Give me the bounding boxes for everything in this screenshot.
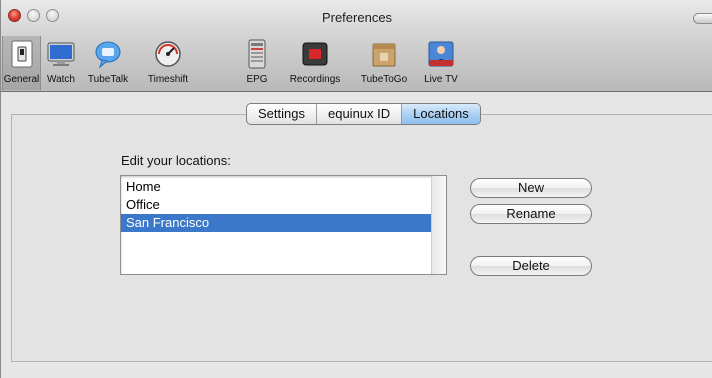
toolbar-item-timeshift[interactable]: Timeshift (135, 36, 201, 90)
tab-locations[interactable]: Locations (402, 104, 480, 124)
light-switch-icon (11, 40, 32, 68)
tab-bar: Settings equinux ID Locations (246, 103, 481, 125)
toolbar-item-epg[interactable]: EPG (241, 36, 273, 90)
chat-bubble-icon (95, 41, 121, 69)
toolbar-item-live-tv[interactable]: Live TV (417, 36, 465, 90)
toolbar-label-epg: EPG (246, 74, 268, 85)
tv-guide-icon (248, 39, 266, 69)
toolbar-label-watch: Watch (47, 74, 75, 85)
vertical-scrollbar[interactable] (431, 176, 446, 274)
toolbar-item-general[interactable]: General (2, 36, 41, 90)
toolbar-label-recordings: Recordings (289, 74, 341, 85)
tab-equinux-id[interactable]: equinux ID (317, 104, 403, 124)
monitor-icon (47, 42, 75, 66)
edit-locations-label: Edit your locations: (121, 153, 231, 168)
toolbar-label-timeshift: Timeshift (147, 74, 189, 85)
title-bar: Preferences General Watch TubeTalk Times… (1, 0, 712, 92)
toolbar-label-live-tv: Live TV (424, 74, 458, 85)
box-icon (372, 43, 396, 67)
record-icon (302, 42, 328, 66)
new-button[interactable]: New (470, 178, 592, 198)
window-title: Preferences (321, 10, 393, 25)
toolbar-item-watch[interactable]: Watch (41, 36, 81, 90)
list-item-home[interactable]: Home (121, 178, 431, 196)
rename-button[interactable]: Rename (470, 204, 592, 224)
live-tv-icon (428, 41, 454, 67)
locations-list[interactable]: Home Office San Francisco (120, 175, 447, 275)
toolbar-label-tubetalk: TubeTalk (87, 74, 129, 85)
list-item-office[interactable]: Office (121, 196, 431, 214)
toolbar-item-tubetogo[interactable]: TubeToGo (353, 36, 415, 90)
delete-button[interactable]: Delete (470, 256, 592, 276)
toolbar-label-general: General (3, 74, 40, 85)
gauge-icon (155, 41, 181, 67)
toolbar-toggle-button[interactable] (693, 13, 712, 24)
toolbar-item-tubetalk[interactable]: TubeTalk (81, 36, 135, 90)
toolbar-item-recordings[interactable]: Recordings (281, 36, 349, 90)
toolbar-label-tubetogo: TubeToGo (360, 74, 408, 85)
tab-settings[interactable]: Settings (247, 104, 317, 124)
preferences-window: Preferences General Watch TubeTalk Times… (0, 0, 712, 378)
list-item-san-francisco[interactable]: San Francisco (121, 214, 431, 232)
